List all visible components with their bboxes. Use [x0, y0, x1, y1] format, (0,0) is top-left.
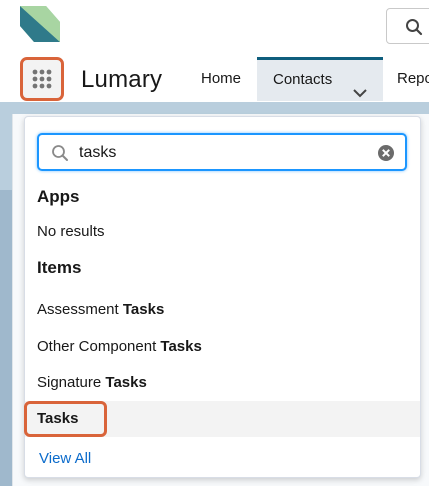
- apps-no-results: No results: [37, 223, 105, 240]
- launcher-search-input[interactable]: tasks: [37, 133, 407, 171]
- tab-home[interactable]: Home: [186, 57, 256, 101]
- tab-contacts-label: Contacts: [273, 71, 333, 88]
- list-item-tasks[interactable]: Tasks: [25, 401, 420, 437]
- apps-section-heading: Apps: [37, 187, 80, 206]
- list-item-label: Other Component Tasks: [37, 338, 202, 355]
- list-item-other-component-tasks[interactable]: Other Component Tasks: [25, 329, 420, 365]
- global-search-button[interactable]: [386, 8, 429, 44]
- app-window: Lumary Home Contacts Repo tasks Apps No …: [0, 0, 429, 486]
- app-launcher-button[interactable]: [20, 57, 64, 101]
- view-all-link[interactable]: View All: [39, 450, 91, 467]
- list-item-label: Signature Tasks: [37, 374, 147, 391]
- app-name: Lumary: [81, 66, 163, 93]
- tab-reports[interactable]: Repo: [383, 57, 429, 101]
- search-input-value: tasks: [79, 144, 117, 161]
- list-item-assessment-tasks[interactable]: Assessment Tasks: [25, 292, 420, 328]
- list-item-label: Assessment Tasks: [37, 301, 165, 318]
- list-item-signature-tasks[interactable]: Signature Tasks: [25, 365, 420, 401]
- tab-contacts[interactable]: Contacts: [257, 57, 383, 101]
- clear-search-icon[interactable]: [377, 144, 395, 167]
- search-icon: [405, 18, 423, 36]
- lumary-logo-icon[interactable]: [20, 6, 60, 42]
- search-icon: [51, 144, 69, 167]
- list-item-label: Tasks: [37, 410, 79, 427]
- items-section-heading: Items: [37, 258, 82, 277]
